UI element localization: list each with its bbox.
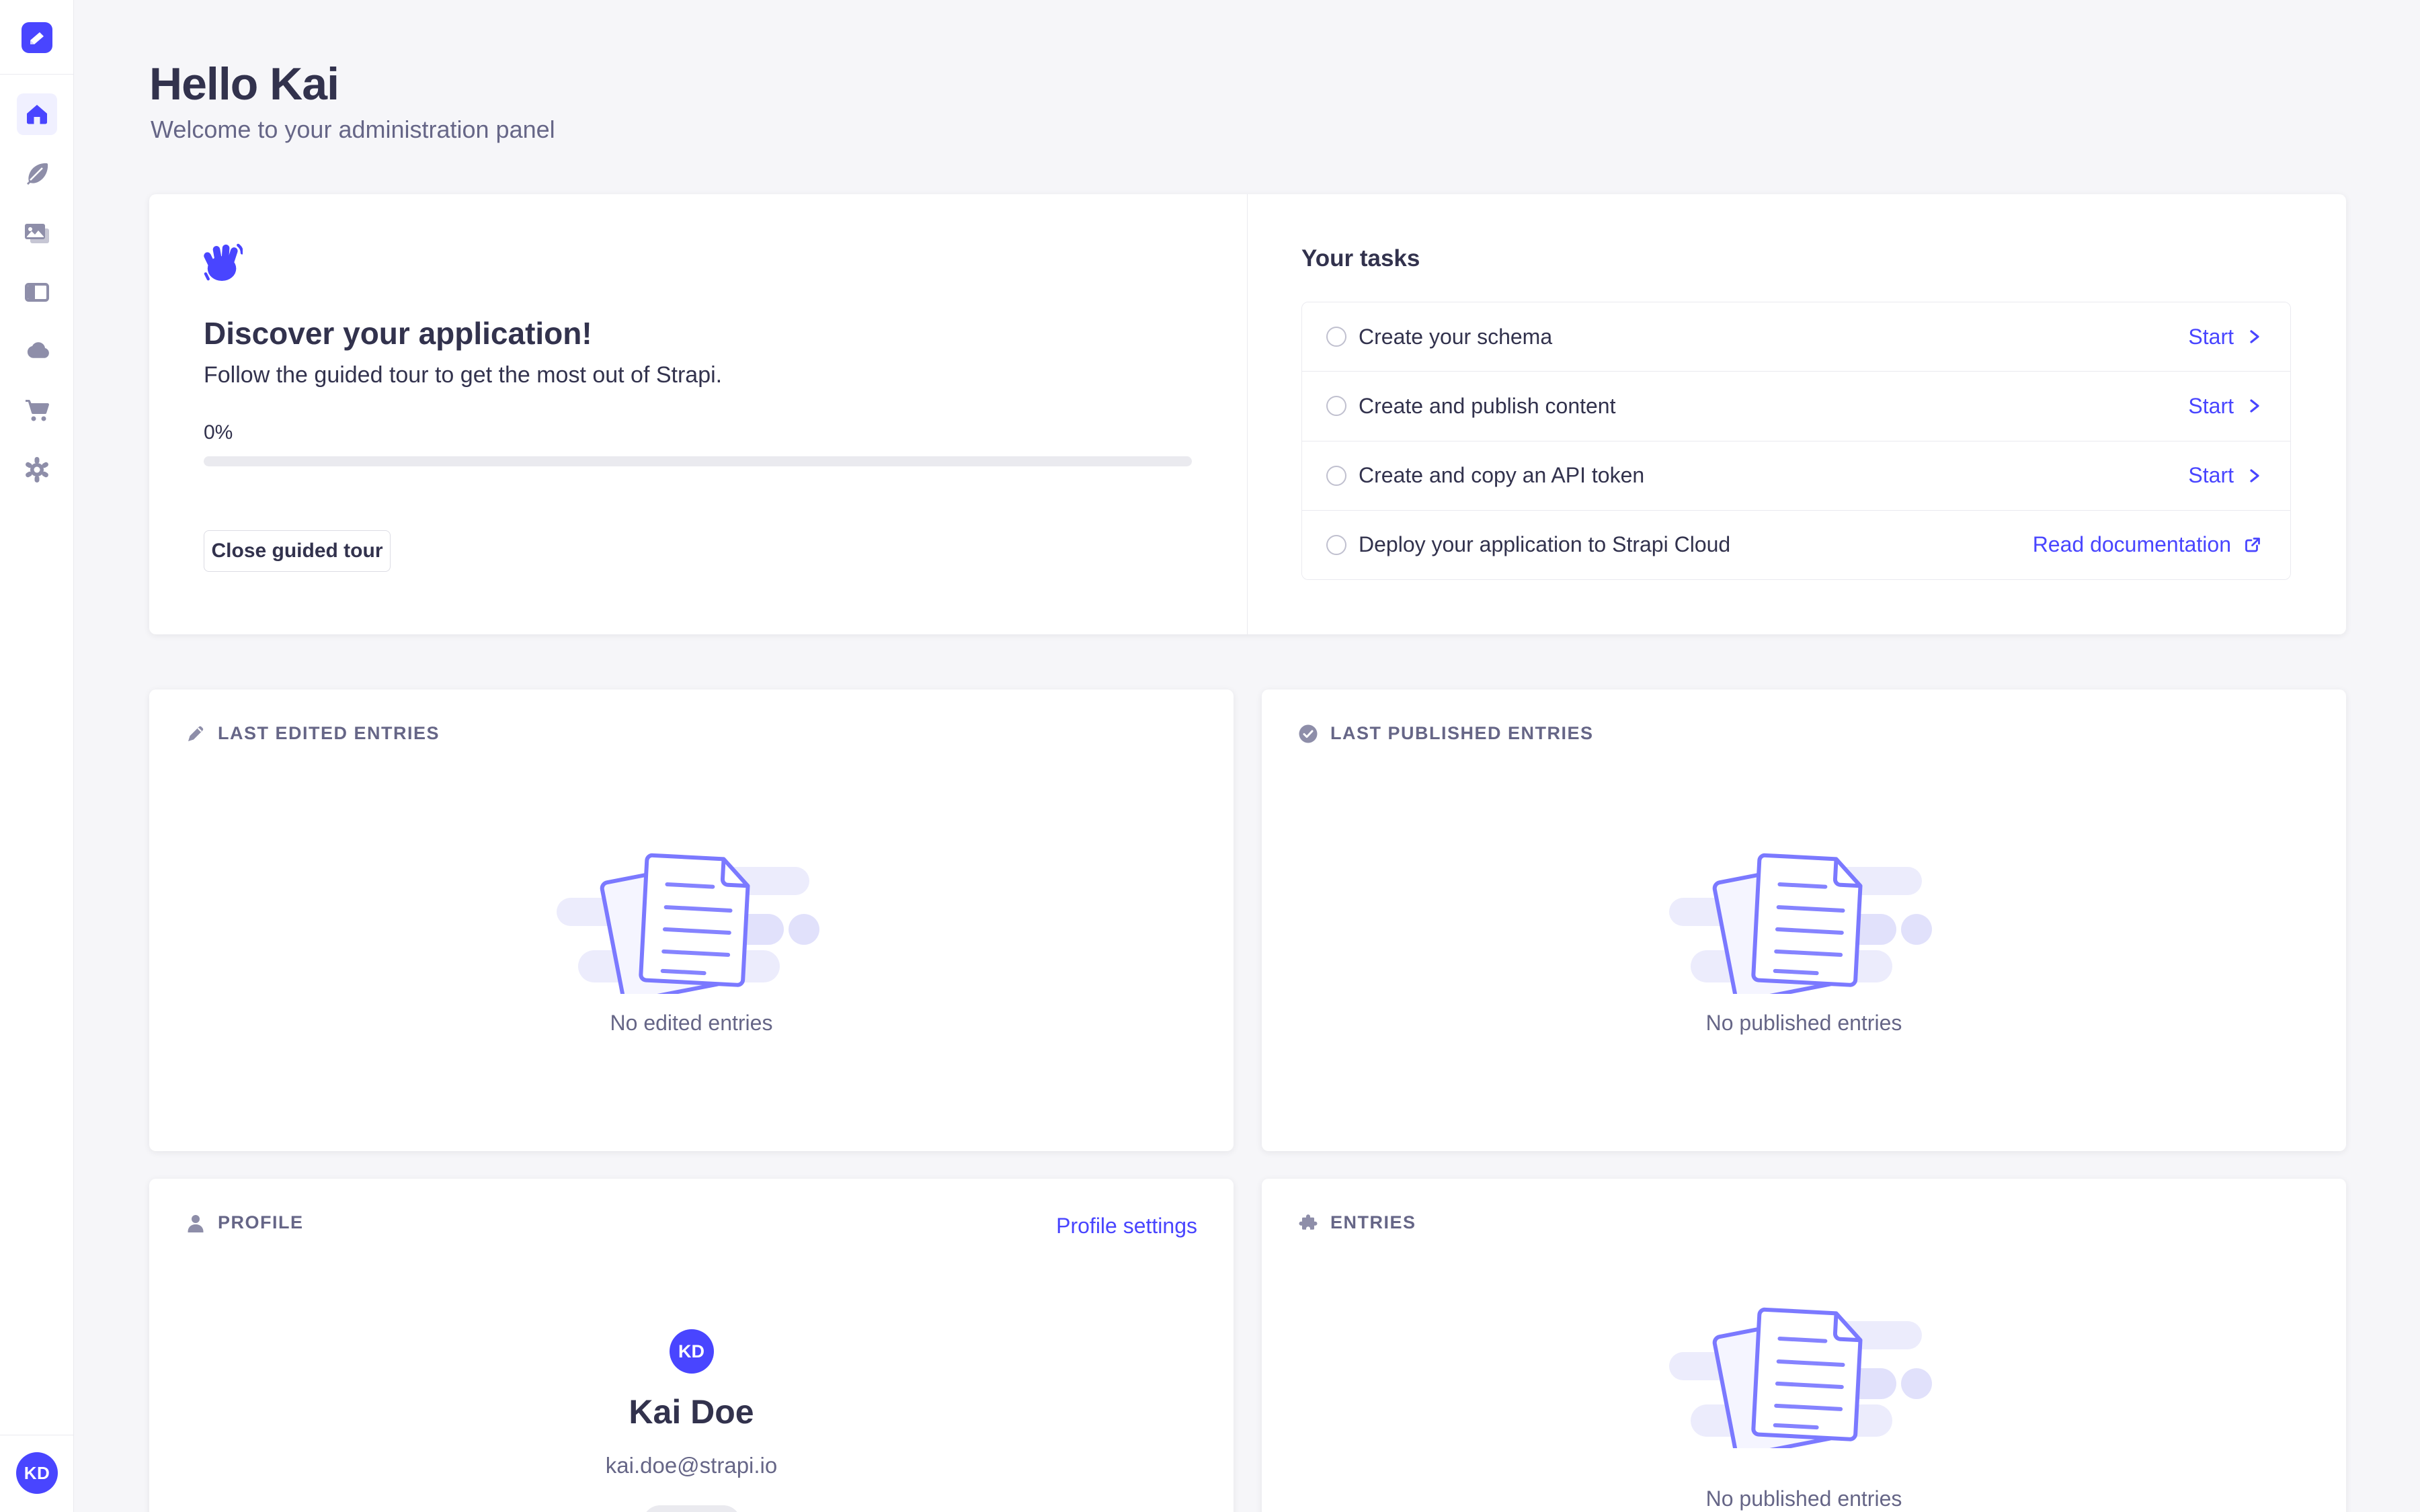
check-circle-icon: [1298, 724, 1318, 744]
task-label: Create and copy an API token: [1359, 463, 1644, 488]
gear-icon: [24, 456, 50, 483]
task-row-create-api-token: Create and copy an API token Start: [1302, 441, 2290, 510]
card-divider: [1247, 194, 1248, 634]
task-status-circle: [1326, 535, 1346, 555]
cart-icon: [24, 398, 50, 423]
chevron-right-icon: [2246, 329, 2262, 345]
sidebar-item-settings[interactable]: [24, 456, 50, 487]
entries-widget: ENTRIES No published entries: [1262, 1179, 2346, 1512]
strapi-admin-homepage: KD Hello Kai Welcome to your administrat…: [0, 0, 2420, 1512]
sidebar-item-content-manager[interactable]: [24, 160, 50, 190]
page-title: Hello Kai: [149, 58, 339, 110]
task-action-label: Start: [2188, 325, 2234, 349]
progress-percentage: 0%: [204, 421, 233, 444]
pencil-icon: [186, 724, 206, 744]
waving-hand-icon: [204, 241, 243, 286]
task-label: Deploy your application to Strapi Cloud: [1359, 532, 1730, 557]
sidebar-item-strapi-cloud[interactable]: [22, 339, 52, 364]
task-status-circle: [1326, 327, 1346, 347]
guided-tour-subtitle: Follow the guided tour to get the most o…: [204, 362, 722, 388]
strapi-logo-icon: [22, 22, 52, 53]
task-action-label: Start: [2188, 463, 2234, 488]
close-guided-tour-button[interactable]: Close guided tour: [204, 530, 391, 572]
page-subtitle: Welcome to your administration panel: [151, 116, 555, 144]
sidebar-item-media-library[interactable]: [23, 222, 51, 249]
task-label: Create your schema: [1359, 325, 1552, 349]
chevron-right-icon: [2246, 398, 2262, 414]
profile-settings-link[interactable]: Profile settings: [1056, 1214, 1197, 1238]
widget-title: LAST PUBLISHED ENTRIES: [1330, 723, 1594, 744]
empty-state-message: No edited entries: [149, 1011, 1234, 1036]
task-status-circle: [1326, 396, 1346, 416]
layout-icon: [24, 281, 50, 304]
puzzle-icon: [1298, 1213, 1318, 1233]
sidebar-item-home[interactable]: [17, 93, 57, 135]
sidebar-item-content-type-builder[interactable]: [24, 281, 50, 307]
profile-email: kai.doe@strapi.io: [149, 1453, 1234, 1478]
empty-documents-illustration: [547, 849, 836, 994]
empty-documents-illustration: [1660, 1304, 1949, 1448]
profile-widget: PROFILE Profile settings KD Kai Doe kai.…: [149, 1179, 1234, 1512]
sidebar-divider: [0, 74, 73, 75]
task-start-link[interactable]: Start: [2188, 394, 2262, 419]
widget-title: LAST EDITED ENTRIES: [218, 723, 440, 744]
task-status-circle: [1326, 466, 1346, 486]
progress-bar: [204, 456, 1192, 466]
last-published-entries-widget: LAST PUBLISHED ENTRIES No published entr…: [1262, 689, 2346, 1151]
guided-tour-card: Discover your application! Follow the gu…: [149, 194, 2346, 634]
feather-icon: [24, 160, 50, 187]
task-start-link[interactable]: Start: [2188, 463, 2262, 488]
empty-state-message: No published entries: [1262, 1011, 2346, 1036]
widget-title: PROFILE: [218, 1212, 304, 1233]
sidebar-item-marketplace[interactable]: [24, 398, 50, 427]
strapi-logo[interactable]: [22, 22, 52, 53]
person-icon: [186, 1213, 206, 1233]
widget-title: ENTRIES: [1330, 1212, 1416, 1233]
tasks-list: Create your schema Start Create and publ…: [1301, 302, 2291, 580]
profile-role-badge: [643, 1505, 741, 1512]
task-action-label: Start: [2188, 394, 2234, 419]
task-row-create-schema: Create your schema Start: [1302, 302, 2290, 371]
external-link-icon: [2243, 536, 2262, 554]
sidebar-user-avatar[interactable]: KD: [16, 1452, 58, 1494]
last-edited-entries-widget: LAST EDITED ENTRIES No edited entries: [149, 689, 1234, 1151]
read-documentation-link[interactable]: Read documentation: [2033, 532, 2262, 557]
task-label: Create and publish content: [1359, 394, 1615, 419]
empty-documents-illustration: [1660, 849, 1949, 994]
home-icon: [24, 101, 50, 127]
empty-state-message: No published entries: [1262, 1486, 2346, 1511]
profile-name: Kai Doe: [149, 1392, 1234, 1431]
cloud-icon: [22, 339, 52, 361]
chevron-right-icon: [2246, 468, 2262, 484]
task-row-deploy-strapi-cloud: Deploy your application to Strapi Cloud …: [1302, 510, 2290, 579]
tasks-panel-title: Your tasks: [1301, 245, 1420, 272]
pictures-icon: [23, 222, 51, 246]
task-action-label: Read documentation: [2033, 532, 2231, 557]
main-navigation-sidebar: KD: [0, 0, 74, 1512]
task-start-link[interactable]: Start: [2188, 325, 2262, 349]
guided-tour-title: Discover your application!: [204, 315, 592, 351]
profile-avatar: KD: [670, 1329, 714, 1374]
task-row-create-publish-content: Create and publish content Start: [1302, 371, 2290, 440]
